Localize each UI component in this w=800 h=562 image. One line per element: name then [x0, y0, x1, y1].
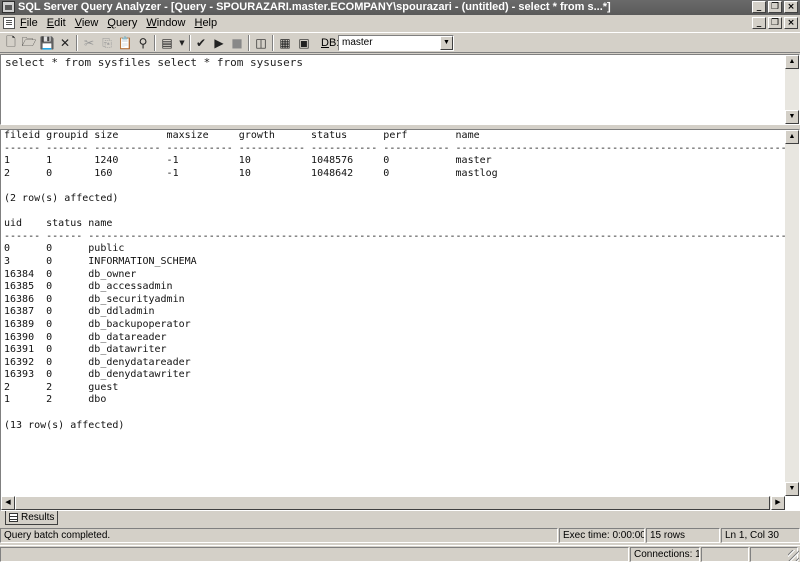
- scroll-right-icon[interactable]: ▶: [771, 496, 785, 510]
- restore-button[interactable]: ❐: [768, 1, 782, 13]
- results-tabstrip: Results: [0, 511, 800, 527]
- properties-icon[interactable]: ▦: [277, 35, 293, 51]
- stop-icon[interactable]: ■: [229, 35, 245, 51]
- doc-minimize-button[interactable]: _: [752, 17, 766, 29]
- scroll-up-icon[interactable]: ▲: [785, 130, 799, 144]
- menu-query[interactable]: Query: [107, 17, 137, 29]
- chevron-down-icon[interactable]: ▼: [440, 36, 453, 50]
- copy-icon[interactable]: ⎘: [99, 35, 115, 51]
- row-count: 15 rows: [646, 528, 720, 543]
- results-horizontal-scrollbar[interactable]: ◀ ▶: [1, 496, 785, 510]
- new-query-icon[interactable]: 🗋: [3, 35, 19, 51]
- scroll-thumb[interactable]: [15, 496, 770, 510]
- toolbar-separator: [189, 35, 191, 51]
- query-editor[interactable]: select * from sysfiles select * from sys…: [0, 54, 800, 125]
- scroll-down-icon[interactable]: ▼: [785, 482, 799, 496]
- database-value: master: [342, 37, 373, 48]
- status-empty-panel: [0, 547, 629, 562]
- cut-icon[interactable]: ✂: [81, 35, 97, 51]
- toolbar-separator: [248, 35, 250, 51]
- toolbar-separator: [76, 35, 78, 51]
- query-status-bar: Query batch completed. Exec time: 0:00:0…: [0, 528, 800, 544]
- tab-results-label: Results: [21, 512, 55, 523]
- menu-edit[interactable]: Edit: [47, 17, 66, 29]
- parse-icon[interactable]: ✔: [193, 35, 209, 51]
- execute-icon[interactable]: ▶: [211, 35, 227, 51]
- close-button[interactable]: ×: [784, 1, 798, 13]
- results-pane[interactable]: fileid groupid size maxsize growth statu…: [0, 129, 800, 511]
- results-mode-icon[interactable]: ▤: [159, 35, 175, 51]
- object-browser-icon[interactable]: ◫: [253, 35, 269, 51]
- doc-restore-button[interactable]: ❐: [768, 17, 782, 29]
- toolbar-separator: [154, 35, 156, 51]
- paste-icon[interactable]: 📋: [117, 35, 133, 51]
- window-icon[interactable]: ▣: [296, 35, 312, 51]
- toolbar: 🗋 🗁 💾 ✕ ✂ ⎘ 📋 ⚲ ▤ ▼ ✔ ▶ ■ ◫ ▦ ▣ DB: mast…: [0, 32, 800, 53]
- scroll-left-icon[interactable]: ◀: [1, 496, 15, 510]
- editor-vertical-scrollbar[interactable]: ▲ ▼: [785, 55, 799, 124]
- minimize-button[interactable]: _: [752, 1, 766, 13]
- status-message: Query batch completed.: [0, 528, 558, 543]
- clear-icon[interactable]: ✕: [57, 35, 73, 51]
- tab-results[interactable]: Results: [5, 511, 58, 525]
- window-title: SQL Server Query Analyzer - [Query - SPO…: [18, 1, 611, 13]
- doc-close-button[interactable]: ×: [784, 17, 798, 29]
- app-status-bar: Connections: 1: [0, 545, 800, 562]
- chevron-down-icon[interactable]: ▼: [174, 35, 190, 51]
- menu-bar: File Edit View Query Window Help _ ❐ ×: [0, 15, 800, 32]
- status-panel: [701, 547, 749, 562]
- results-text: fileid groupid size maxsize growth statu…: [4, 130, 800, 431]
- db-label: DB:: [321, 37, 340, 49]
- results-vertical-scrollbar[interactable]: ▲ ▼: [785, 130, 799, 496]
- scroll-up-icon[interactable]: ▲: [785, 55, 799, 69]
- document-icon[interactable]: [3, 17, 15, 29]
- grid-icon: [9, 513, 18, 522]
- menu-view[interactable]: View: [75, 17, 99, 29]
- find-icon[interactable]: ⚲: [135, 35, 151, 51]
- connections-count: Connections: 1: [630, 547, 700, 562]
- menu-file[interactable]: File: [20, 17, 38, 29]
- exec-time: Exec time: 0:00:00: [559, 528, 645, 543]
- toolbar-separator: [272, 35, 274, 51]
- open-icon[interactable]: 🗁: [21, 35, 37, 51]
- menu-window[interactable]: Window: [146, 17, 185, 29]
- menu-help[interactable]: Help: [194, 17, 217, 29]
- query-text[interactable]: select * from sysfiles select * from sys…: [5, 56, 303, 69]
- resize-grip-icon[interactable]: [788, 550, 799, 561]
- scroll-down-icon[interactable]: ▼: [785, 110, 799, 124]
- database-select[interactable]: master ▼: [338, 35, 454, 51]
- title-bar: SQL Server Query Analyzer - [Query - SPO…: [0, 0, 800, 15]
- save-icon[interactable]: 💾: [39, 35, 55, 51]
- cursor-position: Ln 1, Col 30: [721, 528, 800, 543]
- app-icon: [2, 1, 15, 13]
